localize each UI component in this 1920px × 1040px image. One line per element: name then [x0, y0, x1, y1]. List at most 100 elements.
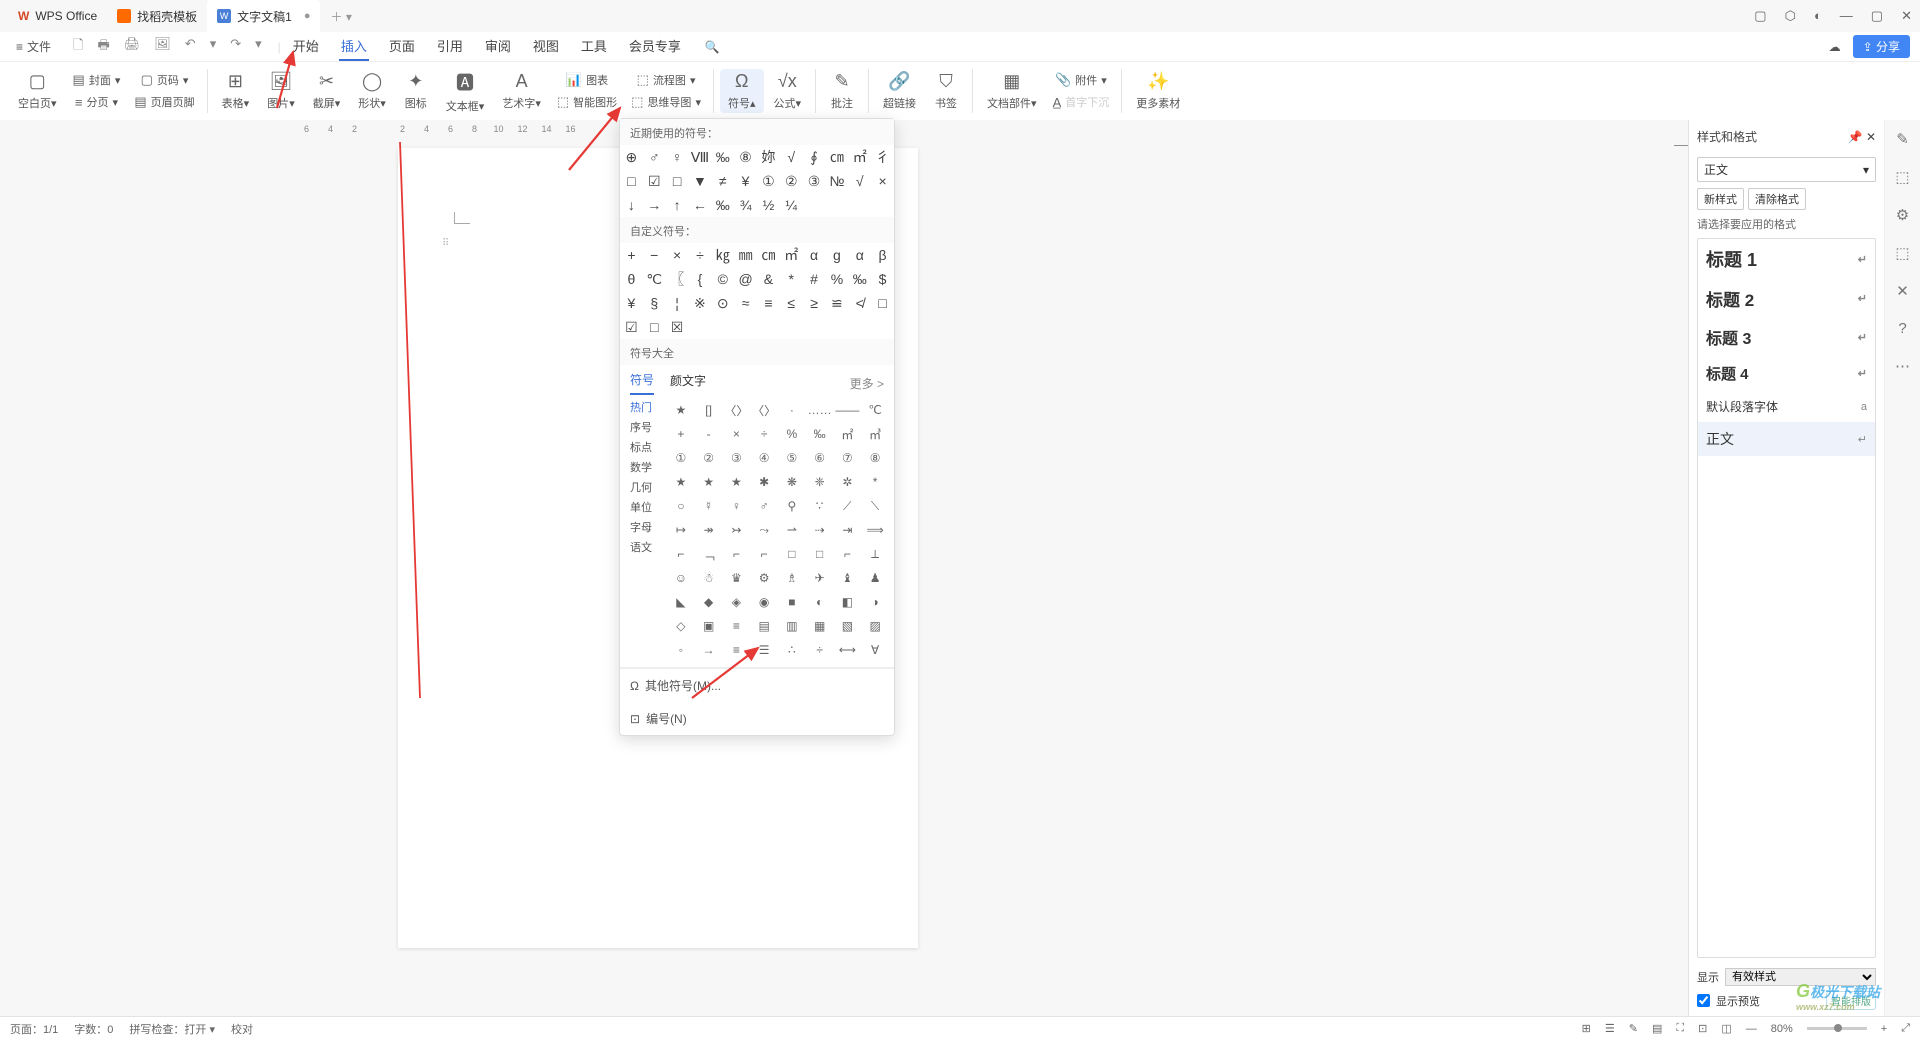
symbol-cell[interactable]: ¥ — [734, 169, 757, 193]
tab-templates[interactable]: 找稻壳模板 — [107, 0, 207, 32]
docparts-button[interactable]: ▦文档部件▾ — [979, 69, 1045, 113]
symbol-browse-cell[interactable]: ㎡ — [835, 423, 861, 445]
close-icon[interactable]: ✕ — [1901, 8, 1912, 24]
symbol-browse-cell[interactable]: ★ — [724, 471, 750, 493]
close-panel-icon[interactable]: ✕ — [1866, 130, 1876, 144]
symbol-cell[interactable]: ÷ — [689, 243, 712, 267]
tab-document[interactable]: W文字文稿1● — [207, 0, 320, 32]
symbol-browse-cell[interactable]: □ — [807, 543, 833, 565]
symbol-cell[interactable]: & — [757, 267, 780, 291]
symbol-cell[interactable]: ③ — [803, 169, 826, 193]
symbol-cell[interactable]: ‰ — [711, 193, 734, 217]
symbol-browse-cell[interactable]: …… — [807, 399, 833, 421]
win-user-icon[interactable]: ◐ — [1814, 8, 1822, 24]
symbol-cell[interactable]: ¾ — [734, 193, 757, 217]
symbol-cell[interactable]: % — [826, 267, 849, 291]
symbol-browse-cell[interactable]: ★ — [696, 471, 722, 493]
symbol-tab-kaomoji[interactable]: 颜文字 — [670, 372, 706, 394]
symbol-browse-cell[interactable]: ⚲ — [779, 495, 805, 517]
symbol-browse-cell[interactable]: ⑤ — [779, 447, 805, 469]
symbol-cell[interactable]: ② — [780, 169, 803, 193]
symbol-cell[interactable]: ▼ — [689, 169, 712, 193]
symbol-browse-cell[interactable]: ﹁ — [696, 543, 722, 565]
styles-list[interactable]: 标题 1↵标题 2↵标题 3↵标题 4↵默认段落字体a正文↵ — [1697, 238, 1876, 958]
symbol-cell[interactable]: ☒ — [666, 315, 689, 339]
symbol-browse-cell[interactable]: ★ — [668, 471, 694, 493]
symbol-cell[interactable]: g — [826, 243, 849, 267]
symbol-browse-cell[interactable]: ∵ — [807, 495, 833, 517]
symbol-cell[interactable]: □ — [666, 169, 689, 193]
symbol-cell[interactable]: ㎡ — [848, 145, 871, 169]
mindmap-button[interactable]: ⬚思维导图▾ — [625, 92, 707, 112]
symbol-cell[interactable]: ≈ — [734, 291, 757, 315]
symbol-cell[interactable]: ♀ — [666, 145, 689, 169]
symbol-category[interactable]: 几何 — [630, 479, 662, 495]
symbol-cell[interactable]: 〖 — [666, 267, 689, 291]
symbol-browse-cell[interactable]: □ — [779, 543, 805, 565]
symbol-cell[interactable]: α — [803, 243, 826, 267]
symbol-cell[interactable]: θ — [620, 267, 643, 291]
symbol-browse-cell[interactable]: ↠ — [696, 519, 722, 541]
symbol-browse-cell[interactable]: ▣ — [696, 615, 722, 637]
symbol-browse-cell[interactable]: ⟂ — [862, 543, 888, 565]
style-item[interactable]: 标题 2↵ — [1698, 279, 1875, 318]
qat-print-icon[interactable]: 🖶 — [97, 36, 109, 58]
menu-tab-引用[interactable]: 引用 — [435, 32, 465, 61]
symbol-browse-cell[interactable]: ÷ — [807, 639, 833, 659]
symbol-browse-cell[interactable]: ∀ — [862, 639, 888, 659]
symbol-cell[interactable] — [826, 193, 849, 217]
symbol-cell[interactable]: ① — [757, 169, 780, 193]
win-box-icon[interactable]: ⬡ — [1785, 8, 1796, 24]
status-spellcheck[interactable]: 拼写检查：打开 ▾ — [129, 1021, 215, 1037]
symbol-browse-cell[interactable]: ☃ — [696, 567, 722, 589]
numbering-button[interactable]: ⊡编号(N) — [620, 702, 894, 735]
symbol-browse-cell[interactable]: ♂ — [751, 495, 777, 517]
minimize-icon[interactable]: — — [1840, 8, 1853, 24]
pagenum-button[interactable]: ▢页码▾ — [128, 70, 200, 90]
symbol-browse-cell[interactable]: ◦ — [668, 639, 694, 659]
symbol-browse-cell[interactable]: ■ — [779, 591, 805, 613]
symbol-category[interactable]: 单位 — [630, 499, 662, 515]
symbol-cell[interactable] — [803, 315, 826, 339]
symbol-browse-cell[interactable]: ⑦ — [835, 447, 861, 469]
menu-tab-开始[interactable]: 开始 — [291, 32, 321, 61]
symbol-browse-cell[interactable]: ▧ — [835, 615, 861, 637]
symbol-browse-cell[interactable]: ◣ — [668, 591, 694, 613]
symbol-browse-cell[interactable]: ☺ — [668, 567, 694, 589]
status-page[interactable]: 页面：1/1 — [10, 1021, 58, 1037]
symbol-browse-cell[interactable]: ☿ — [696, 495, 722, 517]
symbol-cell[interactable]: ℃ — [643, 267, 666, 291]
symbol-browse-cell[interactable]: ◈ — [724, 591, 750, 613]
symbol-browse-cell[interactable]: ✈ — [807, 567, 833, 589]
tab-wps-home[interactable]: WWPS Office — [8, 0, 107, 32]
share-button[interactable]: ⇪ 分享 — [1853, 35, 1910, 58]
symbol-cell[interactable]: □ — [620, 169, 643, 193]
symbol-cell[interactable] — [871, 193, 894, 217]
attachment-button[interactable]: 📎附件▾ — [1047, 70, 1116, 90]
symbol-more-link[interactable]: 更多 > — [850, 375, 884, 392]
win-multi-icon[interactable]: ▢ — [1754, 8, 1766, 24]
side-rail-icon[interactable]: ✕ — [1896, 282, 1909, 300]
zoom-slider[interactable] — [1807, 1027, 1867, 1030]
symbol-cell[interactable]: 妳 — [757, 145, 780, 169]
symbol-cell[interactable]: ⑧ — [734, 145, 757, 169]
symbol-cell[interactable]: * — [780, 267, 803, 291]
pin-icon[interactable]: 📌 — [1848, 130, 1863, 144]
symbol-cell[interactable]: $ — [871, 267, 894, 291]
symbol-browse-cell[interactable]: ☰ — [751, 639, 777, 659]
symbol-browse-cell[interactable]: → — [696, 639, 722, 659]
symbol-cell[interactable]: × — [666, 243, 689, 267]
symbol-browse-cell[interactable]: ⌐ — [668, 543, 694, 565]
drag-handle[interactable]: ⠿ — [442, 238, 449, 249]
symbol-cell[interactable]: © — [711, 267, 734, 291]
symbol-cell[interactable]: ㎏ — [711, 243, 734, 267]
symbol-cell[interactable]: ♂ — [643, 145, 666, 169]
symbol-browse-cell[interactable]: ÷ — [751, 423, 777, 445]
symbol-cell[interactable]: β — [871, 243, 894, 267]
symbol-browse-cell[interactable]: ⟹ — [862, 519, 888, 541]
symbol-cell[interactable]: ⊙ — [711, 291, 734, 315]
symbol-cell[interactable]: ≠ — [711, 169, 734, 193]
symbol-cell[interactable]: ㎜ — [734, 243, 757, 267]
symbol-browse-cell[interactable]: · — [779, 399, 805, 421]
symbol-cell[interactable]: □ — [871, 291, 894, 315]
